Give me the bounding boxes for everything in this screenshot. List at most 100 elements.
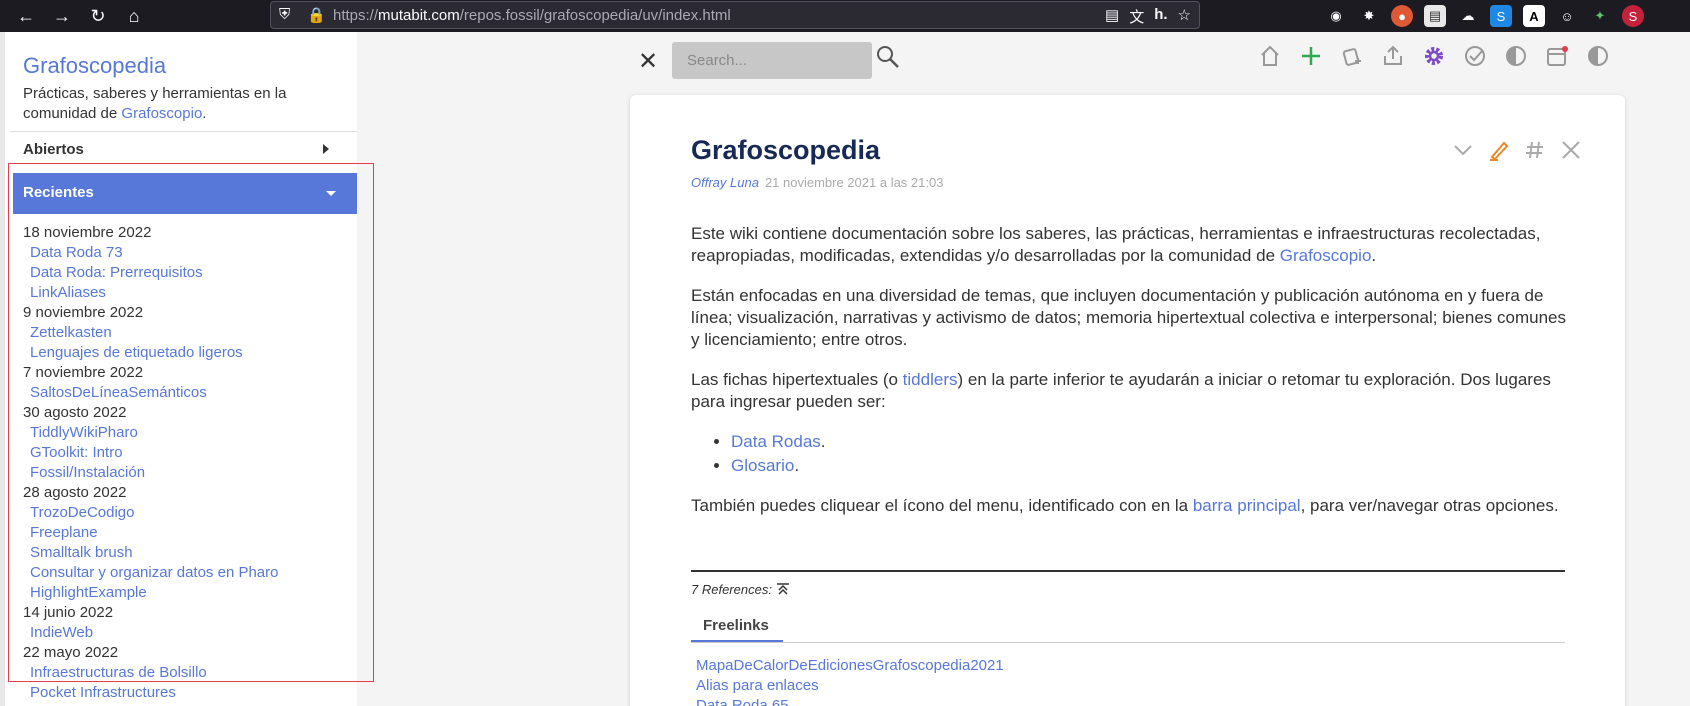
reload-icon[interactable]: ↻ [84,2,112,30]
url-host: mutabit.com [378,7,460,24]
cloud-icon[interactable]: ☁ [1457,5,1479,27]
duckduckgo-icon[interactable]: ● [1391,5,1413,27]
collapse-up-icon[interactable] [776,582,790,596]
export-button[interactable] [1377,40,1408,71]
s-badge-icon[interactable]: S [1622,5,1644,27]
tab-abiertos[interactable]: Abiertos [23,141,84,158]
freelink-item[interactable]: MapaDeCalorDeEdicionesGrafoscopedia2021 [696,656,1004,676]
shield-icon[interactable]: ⛨ [279,6,290,23]
recent-link[interactable]: Infraestructuras de Bolsillo [23,663,353,683]
tiddler-controls [1448,135,1586,165]
tiddler-title: Grafoscopedia [691,135,881,165]
forward-arrow-icon[interactable]: → [48,2,76,30]
browser-toolbar: ← → ↻ ⌂ ⛨ 🔒 https://mutabit.com/repos.fo… [0,0,1690,32]
recent-link[interactable]: Data Roda 73 [23,243,353,263]
caret-right-icon[interactable] [323,144,329,154]
recent-link[interactable]: Zettelkasten [23,323,353,343]
p3-text: Las fichas hipertextuales (o [691,370,903,389]
control-panel-button[interactable] [1418,40,1449,71]
export-icon [1383,45,1402,65]
recent-date: 9 noviembre 2022 [23,304,144,321]
data-rodas-link[interactable]: Data Rodas [731,432,821,451]
notes-icon[interactable]: ▤ [1424,5,1446,27]
search-icon[interactable] [875,44,901,70]
divider [10,131,357,132]
grafoscopio-link[interactable]: Grafoscopio [121,105,202,122]
freelink-item[interactable]: Data Roda 65 [696,696,1004,706]
close-tiddler-button[interactable] [1556,135,1586,165]
freelinks-list: MapaDeCalorDeEdicionesGrafoscopedia2021 … [696,656,1004,706]
barra-principal-link[interactable]: barra principal [1193,496,1301,515]
s-icon[interactable]: S [1490,5,1512,27]
hypothesis-icon[interactable]: h. [1154,6,1167,27]
reader-view-icon[interactable]: ▤ [1105,6,1119,27]
list-end: . [820,432,826,451]
recent-link[interactable]: Lenguajes de etiquetado ligeros [23,343,353,363]
site-subtitle-end: . [202,105,207,122]
recent-link[interactable]: IndieWeb [23,623,353,643]
bookmark-star-icon[interactable]: ☆ [1178,6,1191,27]
home-icon [1260,45,1279,66]
url-path: /repos.fossil/grafoscopedia/uv/index.htm… [459,7,731,24]
recent-date: 30 agosto 2022 [23,404,127,421]
more-actions-button[interactable] [1448,135,1478,165]
p1-end: . [1371,246,1377,265]
address-bar[interactable]: ⛨ 🔒 https://mutabit.com/repos.fossil/gra… [270,1,1200,29]
home-icon[interactable]: ⌂ [120,2,148,30]
recent-date: 7 noviembre 2022 [23,364,144,381]
permalink-button[interactable] [1520,135,1550,165]
grafoscopio-body-link[interactable]: Grafoscopio [1280,246,1372,265]
a-icon[interactable]: A [1523,5,1545,27]
eyedropper-icon[interactable]: ✸ [1358,5,1380,27]
url-text[interactable]: https://mutabit.com/repos.fossil/grafosc… [333,7,731,24]
new-tiddler-button[interactable] [1295,40,1326,71]
tiddlers-link[interactable]: tiddlers [903,370,958,389]
search-input[interactable] [672,42,872,79]
home-button[interactable] [1254,40,1285,71]
translate-icon[interactable]: 文 [1129,6,1144,27]
caret-down-icon[interactable] [326,191,336,196]
tab-freelinks[interactable]: Freelinks [691,607,783,643]
tiddler-author[interactable]: Offray Luna [691,175,759,190]
palette-toggle-button[interactable] [1582,40,1613,71]
lock-icon[interactable]: 🔒 [307,6,326,24]
p4-end: , para ver/navegar otras opciones. [1300,496,1559,515]
page-toolbar [1254,40,1613,71]
tiddler-body: Este wiki contiene documentación sobre l… [691,223,1571,535]
site-subtitle: Prácticas, saberes y herramientas en la … [23,84,323,124]
recent-list: 18 noviembre 2022 Data Roda 73 Data Roda: … [23,223,353,703]
sidebar: Grafoscopedia Prácticas, saberes y herra… [0,32,357,706]
edit-button[interactable] [1484,135,1514,165]
freelink-item[interactable]: Alias para enlaces [696,676,1004,696]
recent-link[interactable]: LinkAliases [23,283,353,303]
tab-recientes[interactable]: Recientes [13,173,357,214]
recent-link[interactable]: GToolkit: Intro [23,443,353,463]
recent-link[interactable]: TrozoDeCodigo [23,503,353,523]
theme-toggle-button[interactable] [1500,40,1531,71]
recent-link[interactable]: Smalltalk brush [23,543,353,563]
recent-link[interactable]: Data Roda: Prerrequisitos [23,263,353,283]
paragraph-3: Las fichas hipertextuales (o tiddlers) e… [691,369,1571,413]
recent-link[interactable]: TiddlyWikiPharo [23,423,353,443]
plus-icon [1301,46,1320,65]
calendar-button[interactable] [1541,40,1572,71]
close-all-icon[interactable]: ✕ [638,47,658,76]
recent-link[interactable]: Fossil/Instalación [23,463,353,483]
recent-link[interactable]: HighlightExample [23,583,353,603]
glosario-link[interactable]: Glosario [731,456,794,475]
recent-link[interactable]: Consultar y organizar datos en Pharo [23,563,353,583]
recent-link[interactable]: Freeplane [23,523,353,543]
recent-link[interactable]: SaltosDeLíneaSemánticos [23,383,353,403]
hash-icon [1526,141,1543,159]
pocket-icon[interactable]: ◉ [1325,5,1347,27]
journal-icon [1342,47,1361,66]
puzzle-icon[interactable]: ✦ [1589,5,1611,27]
back-arrow-icon[interactable]: ← [12,2,40,30]
account-icon[interactable]: ☺ [1556,5,1578,27]
site-title[interactable]: Grafoscopedia [23,53,166,79]
new-journal-button[interactable] [1336,40,1367,71]
check-button[interactable] [1459,40,1490,71]
recent-link[interactable]: Pocket Infrastructures [23,683,353,703]
close-icon [1562,141,1580,159]
check-circle-icon [1464,45,1485,66]
